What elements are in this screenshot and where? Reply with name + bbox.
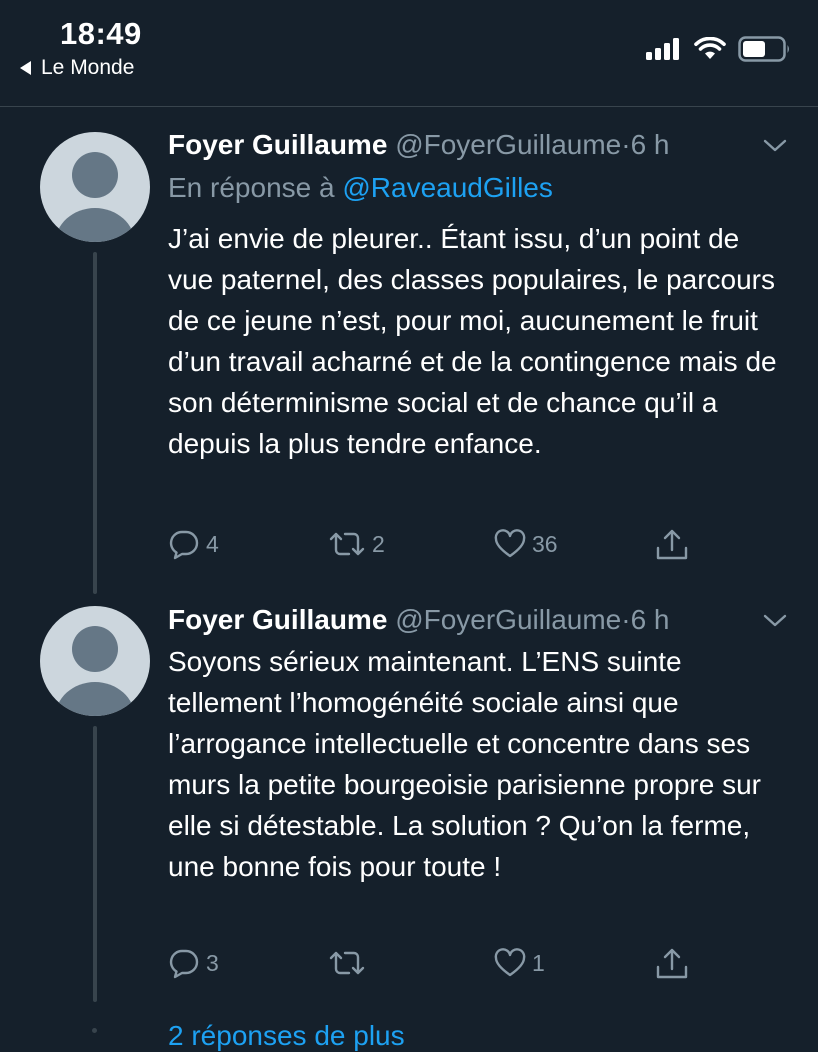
tweet-text: J’ai envie de pleurer.. Étant issu, d’un… [168, 223, 777, 459]
reply-bubble-icon [169, 530, 199, 560]
reply-prefix: En réponse à [168, 172, 335, 203]
share-button[interactable] [654, 947, 690, 981]
share-icon [656, 948, 688, 979]
heart-icon [494, 529, 526, 558]
share-button[interactable] [654, 528, 690, 562]
author-name[interactable]: Foyer Guillaume [168, 129, 387, 160]
like-count: 36 [532, 530, 558, 557]
wifi-icon [694, 37, 726, 59]
like-count: 1 [532, 949, 545, 976]
default-avatar-icon [55, 626, 135, 716]
thread-continuation-dot [92, 1028, 97, 1033]
tweet-header: Foyer Guillaume @FoyerGuillaume·6 h [168, 603, 788, 637]
tweet-actions: 3 1 [168, 947, 708, 983]
chevron-down-icon[interactable] [762, 132, 788, 158]
reply-context: En réponse à @RaveaudGilles [168, 170, 788, 206]
tweet-time[interactable]: 6 h [631, 129, 670, 160]
share-icon [656, 529, 688, 560]
cellular-signal-icon [646, 38, 679, 60]
chevron-down-icon[interactable] [762, 607, 788, 633]
reply-count: 4 [206, 530, 219, 557]
tweet-text: Soyons sérieux maintenant. L’ENS suinte … [168, 646, 761, 882]
tweet-header: Foyer Guillaume @FoyerGuillaume·6 h [168, 128, 788, 162]
retweet-button[interactable] [328, 947, 372, 979]
avatar[interactable] [40, 606, 150, 716]
status-bar: 18:49 Le Monde [0, 0, 818, 92]
retweet-count: 2 [372, 530, 385, 557]
default-avatar-icon [55, 152, 135, 242]
back-triangle-icon [20, 61, 31, 75]
retweet-icon [329, 951, 365, 975]
avatar[interactable] [40, 132, 150, 242]
status-icons [646, 36, 792, 62]
more-replies-link[interactable]: 2 réponses de plus [168, 1020, 405, 1052]
separator-dot: · [621, 604, 631, 635]
status-time: 18:49 [60, 16, 142, 51]
header-divider [0, 106, 818, 107]
reply-button[interactable]: 3 [168, 947, 219, 979]
battery-icon [738, 36, 789, 62]
back-app-label: Le Monde [41, 56, 135, 79]
author-handle[interactable]: @FoyerGuillaume [395, 129, 621, 160]
thread-line [93, 726, 97, 1002]
retweet-icon [329, 532, 365, 556]
back-to-app-link[interactable]: Le Monde [20, 56, 134, 80]
retweet-button[interactable]: 2 [328, 528, 385, 560]
like-button[interactable]: 36 [494, 528, 558, 560]
separator-dot: · [621, 129, 631, 160]
reply-button[interactable]: 4 [168, 528, 219, 560]
reply-mention-link[interactable]: @RaveaudGilles [342, 172, 553, 203]
reply-count: 3 [206, 949, 219, 976]
like-button[interactable]: 1 [494, 947, 545, 979]
reply-bubble-icon [169, 949, 199, 979]
author-handle[interactable]: @FoyerGuillaume [395, 604, 621, 635]
tweet-actions: 4 2 36 [168, 528, 708, 564]
heart-icon [494, 948, 526, 977]
thread-line [93, 252, 97, 594]
author-name[interactable]: Foyer Guillaume [168, 604, 387, 635]
tweet-time[interactable]: 6 h [631, 604, 670, 635]
